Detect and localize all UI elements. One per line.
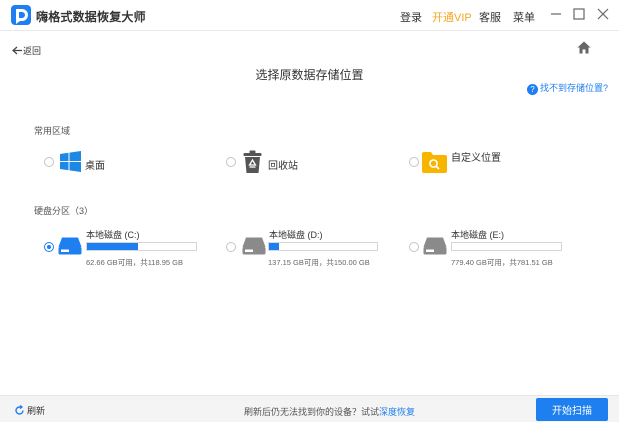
recycle-bin-label: 回收站 — [268, 161, 298, 172]
vip-link[interactable]: 开通VIP — [432, 9, 472, 25]
close-icon[interactable] — [596, 7, 610, 21]
desktop-radio[interactable] — [44, 157, 54, 167]
partition-c[interactable]: 本地磁盘 (C:) 62.66 GB可用，共118.95 GB — [44, 227, 204, 267]
footer-message: 刷新后仍无法找到你的设备？试试深度恢复 — [244, 405, 415, 418]
desktop-label: 桌面 — [85, 161, 105, 172]
refresh-button[interactable]: 刷新 — [14, 404, 45, 417]
partition-d-usage-fill — [269, 243, 279, 250]
partition-e[interactable]: 本地磁盘 (E:) 779.40 GB可用，共781.51 GB — [409, 227, 569, 267]
maximize-icon[interactable] — [572, 7, 586, 21]
refresh-label: 刷新 — [27, 406, 46, 416]
partition-c-usage-fill — [87, 243, 139, 250]
question-icon: ? — [527, 84, 538, 95]
cant-find-location-link[interactable]: ? 找不到存储位置? — [527, 81, 608, 95]
app-logo-icon — [11, 5, 31, 25]
partition-c-name: 本地磁盘 (C:) — [86, 230, 140, 240]
help-label: 找不到存储位置? — [540, 83, 609, 93]
recycle-bin-icon — [243, 150, 262, 179]
login-link[interactable]: 登录 — [400, 9, 422, 25]
partition-c-capacity: 62.66 GB可用，共118.95 GB — [86, 258, 183, 267]
location-custom[interactable]: 自定义位置 — [409, 149, 539, 177]
folder-search-icon — [422, 151, 447, 178]
deep-recovery-link[interactable]: 深度恢复 — [379, 407, 415, 417]
start-scan-button[interactable]: 开始扫描 — [536, 398, 608, 421]
hard-disk-icon — [423, 237, 447, 260]
footer-bar: 刷新 刷新后仍无法找到你的设备？试试深度恢复 开始扫描 — [0, 395, 619, 422]
partitions-label: 硬盘分区（3） — [34, 206, 94, 216]
support-link[interactable]: 客服 — [479, 9, 501, 25]
location-recycle-bin[interactable]: 回收站 — [226, 149, 346, 177]
app-title: 嗨格式数据恢复大师 — [36, 10, 146, 24]
back-button[interactable]: 返回 — [12, 44, 41, 57]
app-window: 嗨格式数据恢复大师 登录 开通VIP 客服 菜单 返回 选择原数据存储位置 ? 找… — [0, 0, 619, 422]
partition-c-radio[interactable] — [44, 242, 54, 252]
recycle-bin-radio[interactable] — [226, 157, 236, 167]
windows-icon — [60, 151, 81, 177]
partition-d-radio[interactable] — [226, 242, 236, 252]
arrow-left-icon — [12, 46, 23, 57]
hard-disk-icon — [58, 237, 82, 260]
partition-e-capacity: 779.40 GB可用，共781.51 GB — [451, 258, 553, 267]
partition-d-capacity: 137.15 GB可用，共150.00 GB — [268, 258, 370, 267]
minimize-icon[interactable] — [549, 7, 563, 21]
partition-e-name: 本地磁盘 (E:) — [451, 230, 504, 240]
partition-e-usage-bar — [451, 242, 562, 251]
custom-location-label: 自定义位置 — [451, 153, 501, 164]
home-icon[interactable] — [577, 41, 591, 54]
hard-disk-icon — [242, 237, 266, 260]
partition-d-name: 本地磁盘 (D:) — [269, 230, 323, 240]
custom-location-radio[interactable] — [409, 157, 419, 167]
footer-message-text: 刷新后仍无法找到你的设备？试试 — [244, 407, 380, 417]
partition-d-usage-bar — [268, 242, 378, 251]
menu-link[interactable]: 菜单 — [513, 9, 535, 25]
partition-d[interactable]: 本地磁盘 (D:) 137.15 GB可用，共150.00 GB — [226, 227, 386, 267]
title-bar: 嗨格式数据恢复大师 登录 开通VIP 客服 菜单 — [0, 0, 619, 31]
refresh-icon — [15, 404, 24, 415]
common-area-label: 常用区域 — [34, 126, 71, 136]
back-label: 返回 — [23, 46, 42, 56]
partition-e-radio[interactable] — [409, 242, 419, 252]
location-desktop[interactable]: 桌面 — [44, 149, 164, 177]
partition-c-usage-bar — [86, 242, 197, 251]
